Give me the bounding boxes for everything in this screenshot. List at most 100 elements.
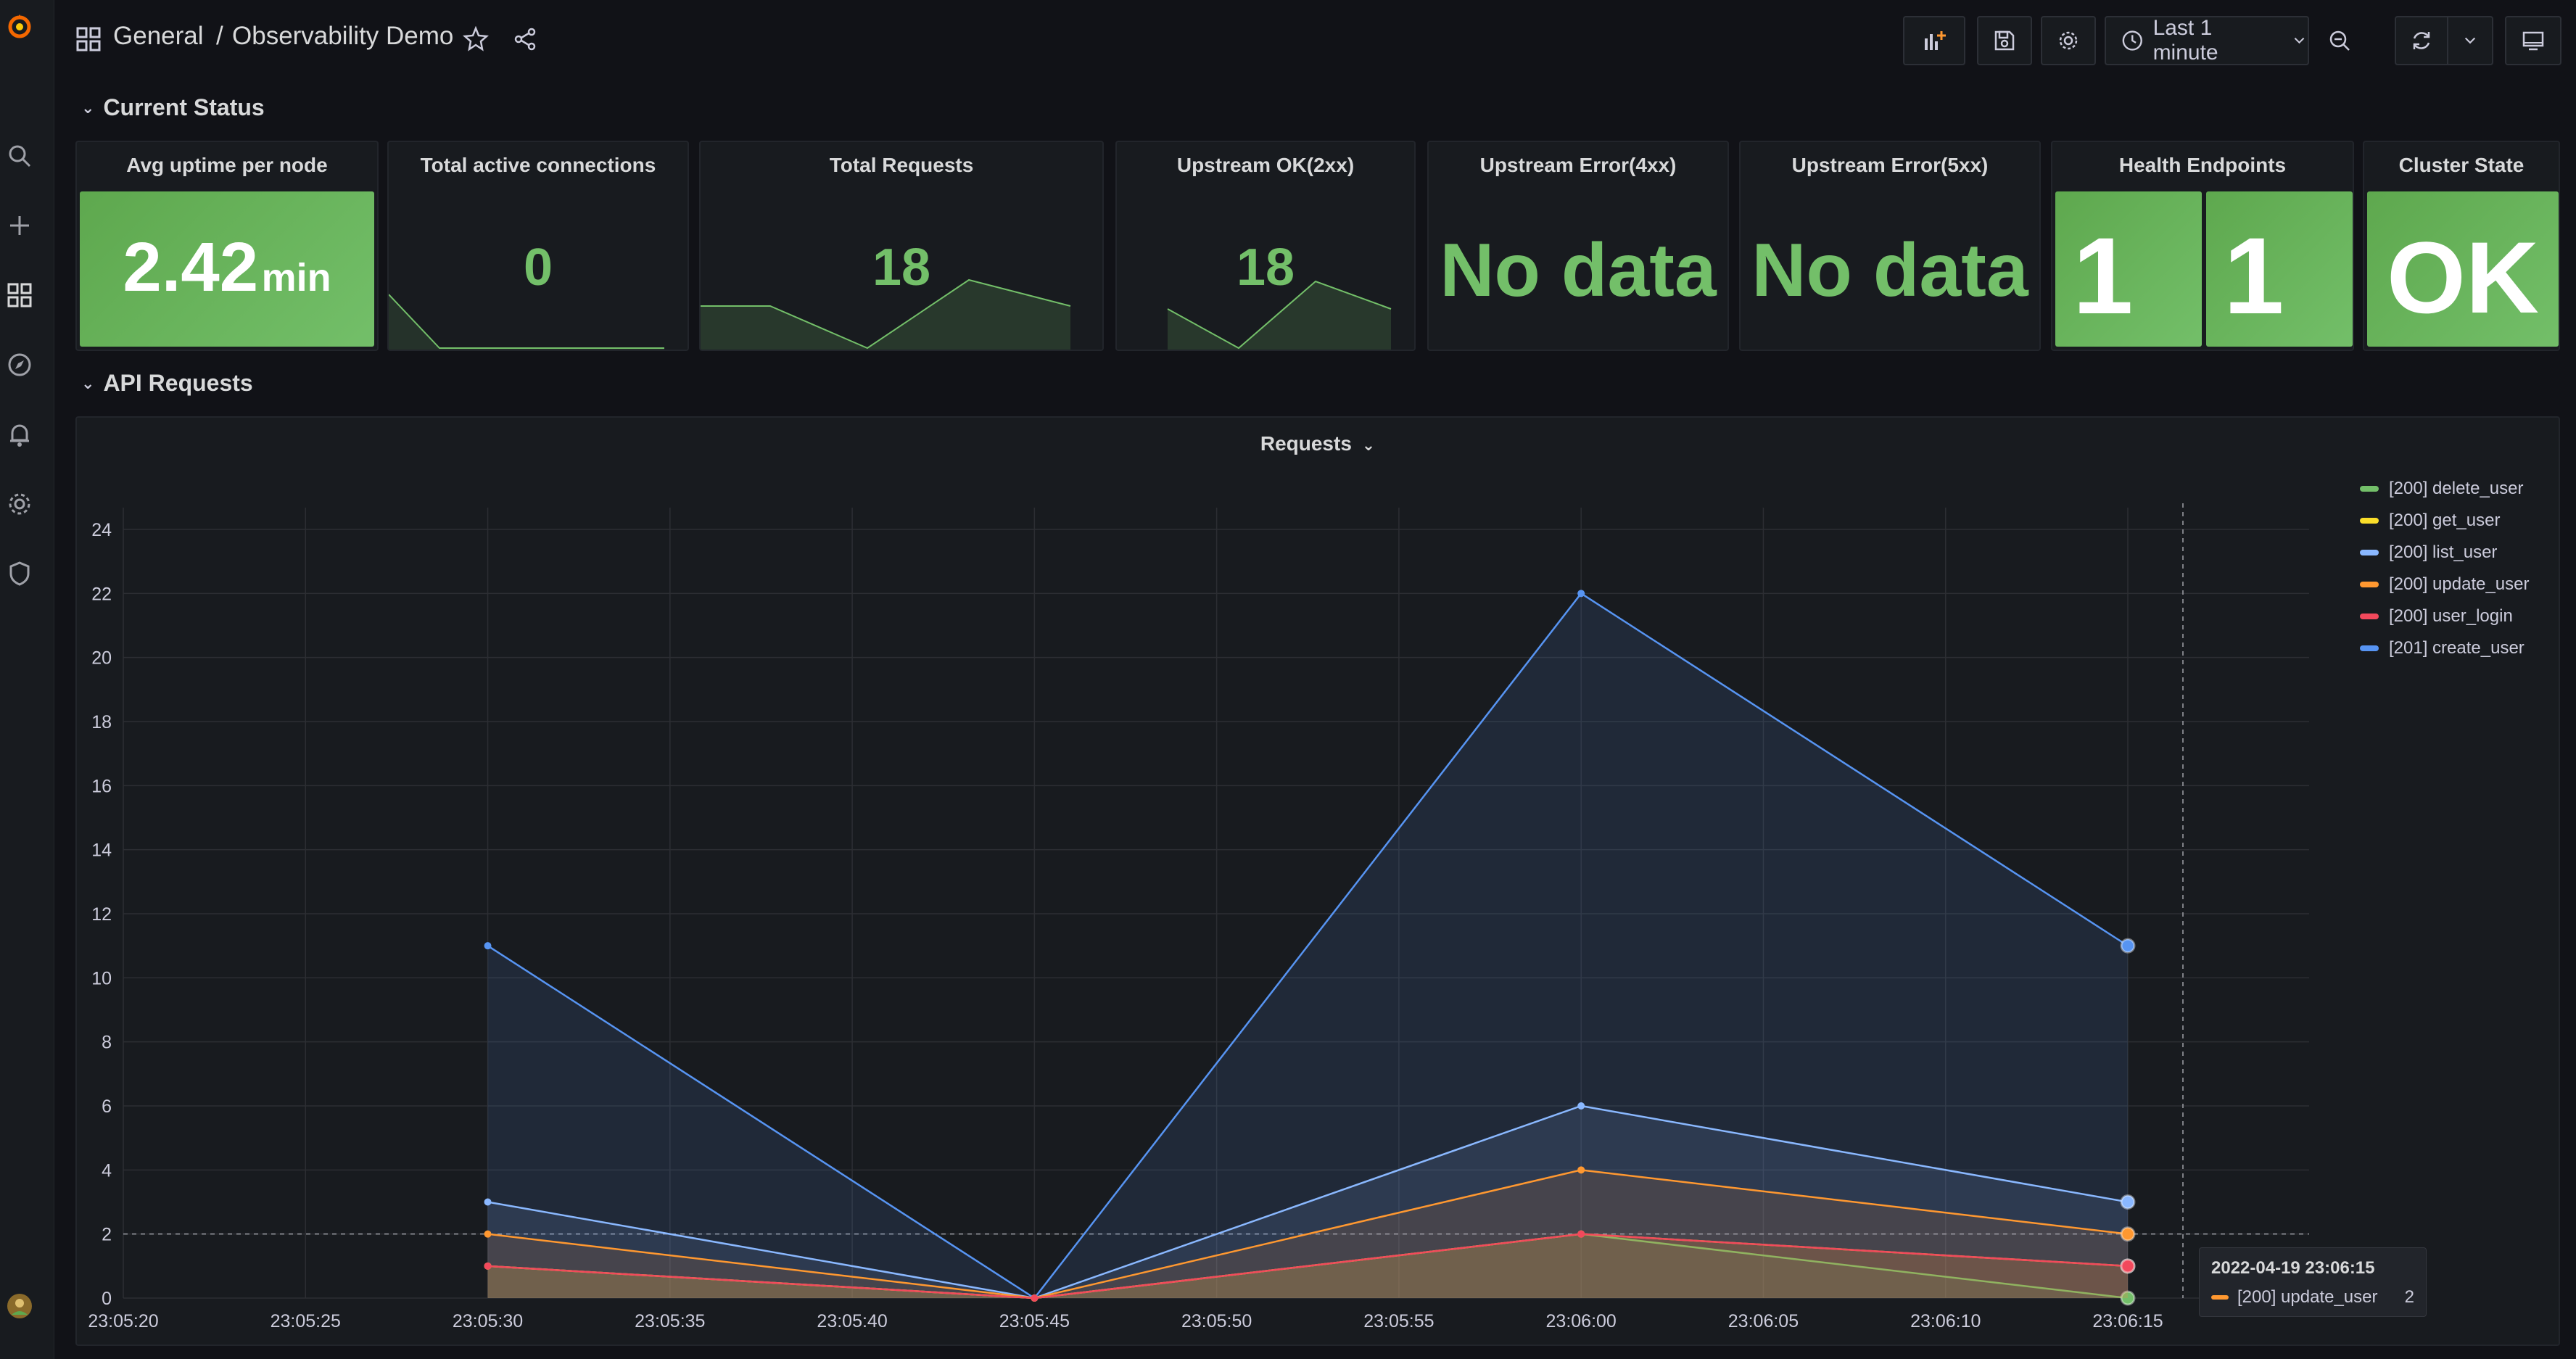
- breadcrumb-dashboard-title[interactable]: Observability Demo: [232, 22, 453, 51]
- star-icon[interactable]: [462, 25, 490, 56]
- legend-label: [200] list_user: [2389, 542, 2498, 562]
- requests-chart: 02468101214161820222423:05:20 23:05:25 23:…: [88, 503, 2309, 1331]
- data-point: [1577, 1102, 1585, 1110]
- add-panel-button[interactable]: [1903, 16, 1965, 65]
- y-tick-label: 4: [102, 1160, 112, 1181]
- data-point: [1577, 1166, 1585, 1174]
- panel-upstream-4xx[interactable]: Upstream Error(4xx) No data: [1427, 141, 1729, 351]
- y-tick-label: 16: [91, 776, 112, 796]
- y-tick-label: 22: [91, 584, 112, 604]
- legend-item[interactable]: [200] list_user: [2360, 542, 2497, 563]
- zoom-out-button[interactable]: [2318, 16, 2361, 65]
- x-tick-label: 23:05:35: [635, 1311, 705, 1331]
- data-point: [484, 942, 492, 950]
- panel-upstream-ok[interactable]: Upstream OK(2xx) 18: [1115, 141, 1416, 351]
- dashboard-grid-icon[interactable]: [75, 26, 102, 52]
- legend-label: [201] create_user: [2389, 638, 2525, 658]
- legend-item[interactable]: [200] user_login: [2360, 606, 2513, 627]
- tooltip-swatch: [2211, 1295, 2229, 1300]
- panel-active-connections[interactable]: Total active connections 0: [387, 141, 689, 351]
- explore-compass-icon[interactable]: [0, 345, 39, 384]
- monitor-icon: [2522, 31, 2544, 51]
- legend-label: [200] user_login: [2389, 606, 2513, 626]
- alerting-bell-icon[interactable]: [0, 415, 39, 454]
- y-tick-label: 8: [102, 1033, 112, 1053]
- chevron-down-icon: ⌄: [81, 98, 95, 117]
- tooltip-value: 2: [2404, 1287, 2414, 1307]
- save-icon: [1994, 30, 2015, 51]
- dashboard-settings-button[interactable]: [2041, 16, 2096, 65]
- grafana-logo-icon[interactable]: [0, 7, 39, 46]
- breadcrumb-separator: /: [216, 22, 223, 50]
- save-dashboard-button[interactable]: [1977, 16, 2032, 65]
- panel-cluster-state[interactable]: Cluster State OK: [2363, 141, 2560, 351]
- row-title: API Requests: [103, 370, 253, 396]
- x-tick-label: 23:05:55: [1363, 1311, 1434, 1331]
- row-title: Current Status: [103, 94, 265, 120]
- breadcrumb-folder[interactable]: General: [113, 22, 204, 51]
- data-point: [2120, 1258, 2136, 1274]
- x-tick-label: 23:05:40: [817, 1311, 887, 1331]
- plus-icon[interactable]: [0, 206, 39, 245]
- refresh-interval-dropdown[interactable]: [2448, 32, 2492, 49]
- legend-swatch: [2360, 518, 2379, 524]
- dashboards-icon[interactable]: [0, 276, 39, 315]
- panel-title: Health Endpoints: [2118, 154, 2287, 176]
- x-tick-label: 23:05:25: [271, 1311, 341, 1331]
- search-icon[interactable]: [0, 136, 39, 175]
- y-tick-label: 10: [91, 968, 112, 988]
- panel-title: Total Requests: [829, 154, 974, 176]
- data-point: [484, 1230, 492, 1238]
- data-point: [2120, 1194, 2136, 1210]
- upstream-ok-sparkline: [1167, 280, 1392, 350]
- panel-avg-uptime[interactable]: Avg uptime per node 2.42 min: [75, 141, 379, 351]
- legend-item[interactable]: [200] delete_user: [2360, 479, 2523, 499]
- legend-item[interactable]: [200] get_user: [2360, 511, 2500, 531]
- upstream-5xx-value: No data: [1751, 228, 2028, 313]
- clock-icon: [2122, 30, 2142, 51]
- shield-icon[interactable]: [0, 554, 39, 593]
- legend-item[interactable]: [200] update_user: [2360, 574, 2530, 595]
- x-tick-label: 23:06:10: [1910, 1311, 1981, 1331]
- row-api-requests[interactable]: ⌄ API Requests: [81, 370, 253, 397]
- time-range-picker[interactable]: Last 1 minute: [2105, 16, 2309, 65]
- user-avatar[interactable]: [0, 1286, 39, 1326]
- cluster-state-box: OK: [2367, 191, 2559, 347]
- x-tick-label: 23:06:00: [1546, 1311, 1617, 1331]
- health-endpoint-box: 1: [2055, 191, 2202, 347]
- share-icon[interactable]: [512, 26, 538, 56]
- panel-total-requests[interactable]: Total Requests 18: [699, 141, 1104, 351]
- connections-sparkline: [389, 294, 664, 350]
- tooltip-time: 2022-04-19 23:06:15: [2211, 1258, 2375, 1278]
- data-point: [484, 1262, 492, 1270]
- data-point: [2120, 938, 2136, 954]
- y-tick-label: 2: [102, 1225, 112, 1245]
- refresh-icon: [2413, 32, 2430, 49]
- add-panel-icon: [1925, 31, 1946, 50]
- gear-icon: [2059, 31, 2078, 50]
- row-current-status[interactable]: ⌄ Current Status: [81, 94, 265, 121]
- x-tick-label: 23:06:05: [1728, 1311, 1799, 1331]
- panel-upstream-5xx[interactable]: Upstream Error(5xx) No data: [1739, 141, 2041, 351]
- data-point: [1031, 1294, 1039, 1302]
- health-endpoint-box: 1: [2206, 191, 2353, 347]
- panel-health-endpoints[interactable]: Health Endpoints 1 1: [2051, 141, 2354, 351]
- refresh-button[interactable]: [2395, 16, 2493, 65]
- sidebar: [0, 0, 54, 1359]
- legend-item[interactable]: [201] create_user: [2360, 638, 2525, 658]
- legend-label: [200] get_user: [2389, 511, 2501, 530]
- panel-title: Avg uptime per node: [126, 154, 328, 176]
- x-tick-label: 23:05:20: [88, 1311, 158, 1331]
- settings-gear-icon[interactable]: [0, 484, 39, 524]
- tv-mode-button[interactable]: [2505, 16, 2561, 65]
- legend-swatch: [2360, 486, 2379, 492]
- data-point: [1577, 1230, 1585, 1238]
- y-tick-label: 6: [102, 1096, 112, 1117]
- legend-swatch: [2360, 614, 2379, 619]
- uptime-unit: min: [261, 256, 331, 300]
- health-endpoint-value: 1: [2224, 215, 2284, 336]
- panel-title: Upstream OK(2xx): [1176, 154, 1355, 176]
- y-tick-label: 14: [91, 840, 112, 861]
- legend-label: [200] delete_user: [2389, 479, 2524, 498]
- data-point: [1577, 590, 1585, 598]
